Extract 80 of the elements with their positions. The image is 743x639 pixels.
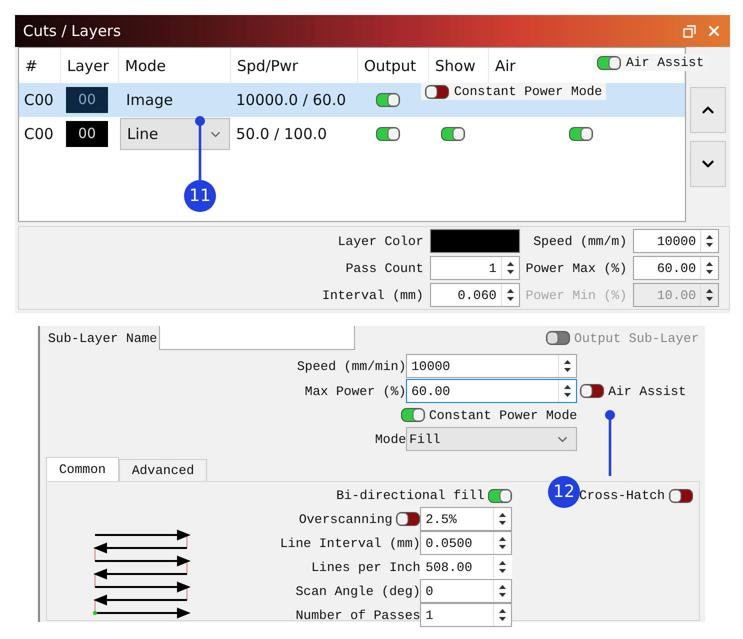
toggle-switch[interactable] (400, 408, 425, 422)
leader-line (195, 116, 205, 180)
column-header[interactable]: # (25, 56, 38, 74)
toggle-switch[interactable] (396, 512, 420, 526)
field-label: Layer Color (336, 232, 424, 250)
column-header[interactable]: Layer (67, 56, 109, 74)
layer-swatch[interactable]: 00 (66, 87, 108, 113)
toggle-switch[interactable] (597, 56, 621, 70)
toggle-label: Bi-directional fill (336, 487, 484, 505)
spin-arrows-icon[interactable] (498, 512, 508, 526)
toggle-switch[interactable] (569, 127, 593, 141)
spin-field[interactable]: 10000 (633, 229, 719, 253)
field-label: Line Interval (mm) (280, 534, 420, 552)
toggle-label: Cross-Hatch (579, 487, 665, 505)
spin-arrows-icon[interactable] (705, 234, 714, 248)
mode-dropdown[interactable]: Line (120, 118, 230, 150)
field-label: Sub-Layer Name (48, 330, 158, 348)
column-header[interactable]: Show (435, 56, 476, 74)
toggle-switch[interactable] (376, 127, 400, 141)
field-label: Overscanning (298, 510, 392, 528)
close-icon[interactable] (706, 23, 722, 39)
spin-field[interactable]: 0 (420, 579, 512, 603)
spin-field[interactable]: 2.5% (420, 507, 512, 531)
spin-arrows-icon[interactable] (498, 608, 508, 622)
tab[interactable]: Advanced (118, 459, 208, 481)
field-label: Pass Count (344, 260, 424, 278)
layer-swatch[interactable]: 00 (66, 121, 108, 147)
color-swatch[interactable] (430, 229, 520, 253)
toggle-label: Air Assist (626, 55, 704, 70)
toggle-switch[interactable] (425, 84, 449, 98)
toggle-label: Output Sub-Layer (574, 330, 699, 346)
spin-arrows-icon[interactable] (705, 261, 714, 275)
spin-field[interactable]: 60.00 (406, 379, 578, 403)
name-field[interactable] (159, 326, 356, 350)
column-header[interactable]: Mode (125, 56, 166, 74)
field-label: Speed (mm/m) (532, 232, 627, 250)
field-label: Scan Angle (deg) (296, 582, 420, 600)
field-label: Speed (mm/min) (297, 358, 406, 376)
toggle-switch[interactable] (669, 488, 693, 502)
column-header[interactable]: Spd/Pwr (237, 56, 298, 74)
spin-field[interactable]: 60.00 (633, 256, 719, 280)
spin-field[interactable]: 0.0500 (420, 531, 512, 555)
spin-arrows-icon[interactable] (563, 384, 572, 398)
column-header[interactable]: Air (495, 56, 516, 74)
toggle-label: Air Assist (608, 382, 686, 400)
spin-arrows-icon[interactable] (506, 288, 515, 302)
spin-field[interactable]: 1 (430, 256, 520, 280)
toggle-label: Constant Power Mode (454, 84, 602, 99)
window-title: Cuts / Layers (23, 22, 122, 40)
spin-arrows-icon[interactable] (498, 536, 508, 550)
column-header[interactable]: Output (364, 56, 416, 74)
toggle-label: Constant Power Mode (428, 406, 578, 424)
field-label: Number of Passes (296, 606, 420, 624)
spin-arrows-icon[interactable] (506, 261, 515, 275)
toggle-switch[interactable] (441, 127, 465, 141)
table-cell: 10000.0 / 60.0 (236, 91, 346, 109)
mode-dropdown[interactable]: Fill (406, 427, 578, 451)
spin-arrows-icon[interactable] (498, 584, 508, 598)
leader-line (605, 410, 615, 476)
table-cell: C00 (19, 83, 61, 117)
spin-arrows-icon[interactable] (498, 560, 508, 574)
spin-arrows-icon[interactable] (705, 288, 714, 302)
field-label: Interval (mm) (322, 286, 424, 304)
spin-field[interactable]: 1 (420, 603, 512, 627)
spin-field[interactable]: 10000 (406, 354, 578, 378)
spin-field[interactable]: 0.060 (430, 283, 520, 307)
field-label: Power Min (%) (526, 286, 627, 304)
table-cell: 50.0 / 100.0 (236, 125, 327, 143)
restore-icon[interactable] (683, 24, 696, 38)
toggle-switch[interactable] (580, 384, 604, 398)
spin-field[interactable]: 508.00 (420, 555, 512, 579)
field-label: Max Power (%) (304, 382, 406, 400)
spin-arrows-icon[interactable] (563, 359, 572, 373)
field-label: Power Max (%) (526, 260, 627, 278)
toggle-switch[interactable] (488, 488, 512, 502)
table-cell-text: Image (125, 91, 173, 109)
field-label: Mode (375, 430, 406, 448)
toggle-switch[interactable] (376, 93, 400, 107)
field-label: Lines per Inch (311, 558, 420, 576)
tab[interactable]: Common (46, 457, 119, 481)
